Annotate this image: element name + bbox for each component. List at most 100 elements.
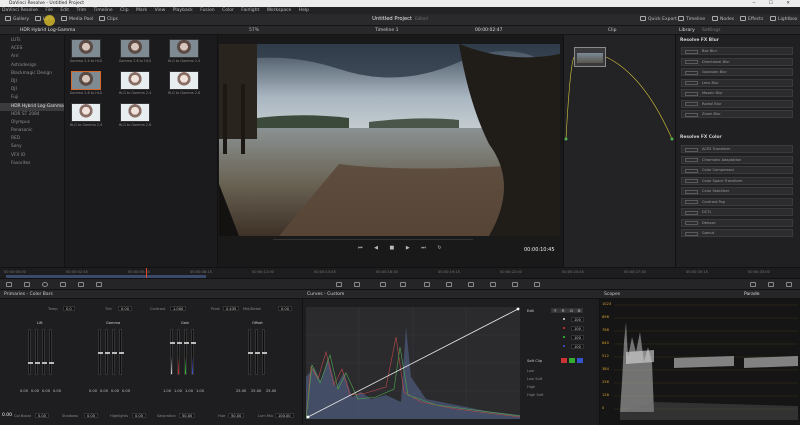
channel-y-button[interactable]: Y [551,308,560,313]
settings-tab[interactable]: Settings [702,26,720,35]
magic-mask-icon[interactable] [446,282,452,287]
lut-thumbnail-selected[interactable] [71,71,101,90]
lut-folder-item[interactable]: DJI [0,78,64,86]
lut-thumbnail[interactable] [169,71,199,90]
offset-r-slider[interactable] [248,329,253,375]
offset-g-slider[interactable] [255,329,260,375]
lut-folder-item[interactable]: DJI [0,86,64,94]
lut-folder-item[interactable]: HDR ST 2084 [0,111,64,119]
menu-view[interactable]: View [155,8,166,13]
sizing-icon[interactable] [512,282,518,287]
lut-folder-item[interactable]: Blackmagic Design [0,70,64,78]
camera-raw-icon[interactable] [6,282,12,287]
color-wheels-icon[interactable] [42,282,48,287]
softclip-g-button[interactable] [569,358,575,363]
menu-help[interactable]: Help [299,8,309,13]
softclip-r-button[interactable] [561,358,567,363]
timeline-name[interactable]: Timeline 1 [375,26,398,35]
lift-y-slider[interactable] [28,329,33,375]
lut-folder-item[interactable]: Panasonic [0,127,64,135]
fx-item[interactable]: Chromatic Adaptation [681,155,793,164]
gamma-g-slider[interactable] [112,329,117,375]
channel-b-button[interactable]: B [575,308,584,313]
gain-y-slider[interactable] [170,329,175,375]
lut-thumbnail[interactable] [71,39,101,58]
lut-folder-item[interactable]: Olympus [0,119,64,127]
fx-item[interactable]: Mosaic Blur [681,89,793,97]
temp-field[interactable]: 0.0 [63,306,75,311]
scopes-toggle-icon[interactable] [768,282,774,287]
qualifier-icon[interactable] [380,282,386,287]
fx-item[interactable]: Radial Blur [681,99,793,108]
lut-folder-item[interactable]: VFX IO [0,152,64,160]
lut-folder-item[interactable]: Arri [0,53,64,61]
gamma-r-slider[interactable] [105,329,110,375]
scrubber-track[interactable] [273,239,473,240]
quick-export-button[interactable]: Quick Export [640,16,677,24]
mini-timeline[interactable]: 00:00:00:00 00:00:02:45 00:00:05:30 00:0… [0,267,800,279]
menu-color[interactable]: Color [222,8,234,13]
effects-button[interactable]: Effects [740,16,763,24]
menu-fairlight[interactable]: Fairlight [241,8,259,13]
gamma-b-slider[interactable] [119,329,124,375]
fx-item[interactable]: Color Space Transform [681,176,793,185]
contrast-field[interactable]: 1.000 [170,306,187,311]
lift-b-slider[interactable] [49,329,54,375]
video-frame[interactable] [219,44,560,236]
lut-thumbnail[interactable] [120,39,150,58]
nodes-button[interactable]: Nodes [712,16,734,24]
clip-mode-label[interactable]: Clip [608,26,617,35]
lut-folder-item[interactable]: ACES [0,45,64,53]
col-boost-field[interactable]: 0.00 [35,413,50,418]
middetail-field[interactable]: 0.00 [278,306,293,311]
offset-b-slider[interactable] [262,329,267,375]
zoom-level[interactable]: 57% [249,26,259,35]
tint-field[interactable]: 0.00 [118,306,133,311]
hue-field[interactable]: 50.00 [228,413,245,418]
menu-playback[interactable]: Playback [173,8,193,13]
menu-workspace[interactable]: Workspace [267,8,292,13]
lut-thumbnail[interactable] [120,71,150,90]
lift-r-slider[interactable] [35,329,40,375]
menu-file[interactable]: File [45,8,53,13]
tracker-icon[interactable] [424,282,430,287]
menu-fusion[interactable]: Fusion [200,8,214,13]
intensity-b-field[interactable]: 100 [571,343,584,349]
fx-item[interactable]: Contrast Pop [681,197,793,206]
lut-folder-item[interactable]: Sony [0,143,64,151]
shadows-field[interactable]: 0.00 [84,413,99,418]
window-icon[interactable] [400,282,406,287]
fx-item[interactable]: Color Stabilizer [681,187,793,195]
fx-item[interactable]: Directional Blur [681,57,793,66]
curves-icon[interactable] [336,282,342,287]
saturation-field[interactable]: 50.00 [179,413,196,418]
color-match-icon[interactable] [24,282,30,287]
menu-trim[interactable]: Trim [77,8,87,13]
gain-g-slider[interactable] [184,329,189,375]
gamma-y-slider[interactable] [98,329,103,375]
keyframes-icon[interactable] [750,282,756,287]
lum-mix-field[interactable]: 100.00 [275,413,294,418]
warper-icon[interactable] [354,282,360,287]
lut-folder-item-selected[interactable]: HDR Hybrid Log-Gamma [0,102,64,111]
menu-mark[interactable]: Mark [136,8,147,13]
lut-folder-item[interactable]: LUTs [0,37,64,45]
gain-b-slider[interactable] [191,329,196,375]
fx-item[interactable]: Dehaze [681,218,793,227]
softclip-b-button[interactable] [577,358,583,363]
fx-item[interactable]: Box Blur [681,47,793,55]
fx-item[interactable]: ACES Transform [681,145,793,153]
fx-item[interactable]: Gaussian Blur [681,68,793,76]
fx-item[interactable]: Lens Blur [681,78,793,87]
timeline-button[interactable]: Timeline [678,16,705,24]
lut-folder-item[interactable]: Astrodesign [0,62,64,70]
gain-r-slider[interactable] [177,329,182,375]
lift-g-slider[interactable] [42,329,47,375]
fx-item[interactable]: Color Compressor [681,166,793,174]
fx-item[interactable]: DCTL [681,208,793,216]
lightbox-button[interactable]: Lightbox [770,16,797,24]
info-icon[interactable] [786,282,792,287]
fx-item[interactable]: Gamut [681,229,793,237]
3d-icon[interactable] [534,282,540,287]
hdr-icon[interactable] [96,282,102,287]
